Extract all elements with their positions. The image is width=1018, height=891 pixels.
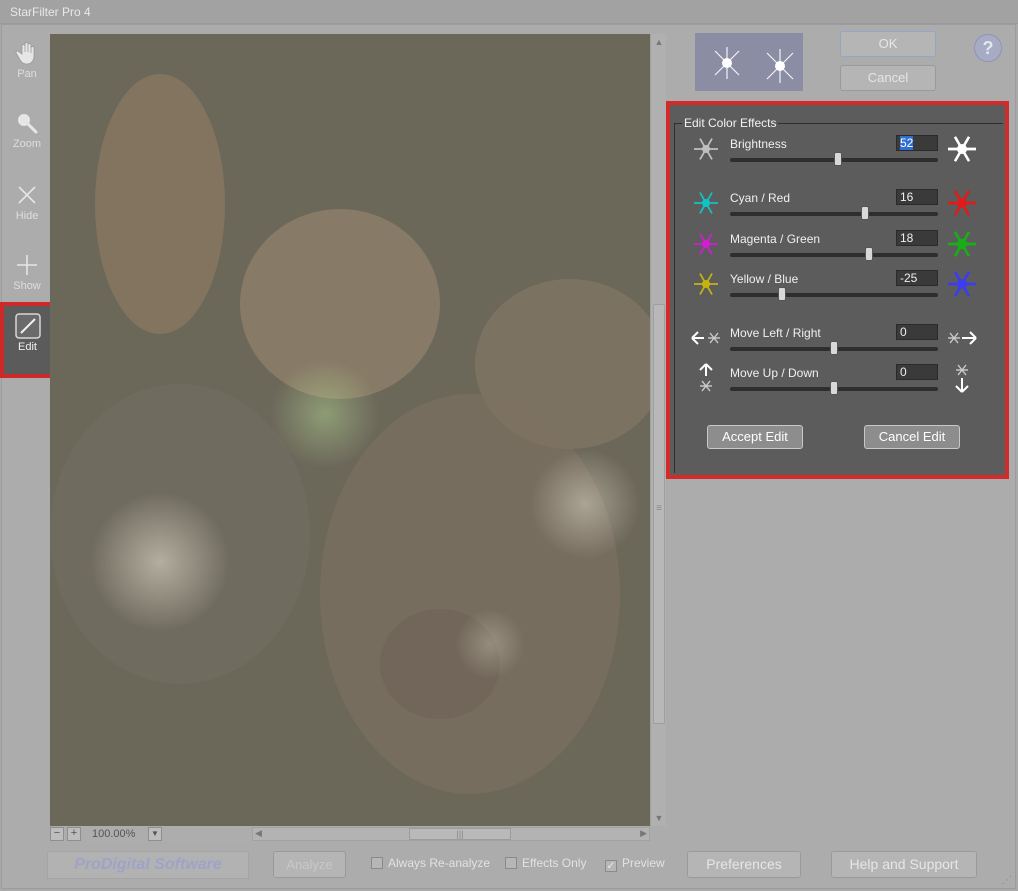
panel-title: Edit Color Effects [682, 116, 779, 130]
pan-label: Pan [17, 68, 37, 80]
row-value: 52 [900, 136, 914, 150]
preview-box[interactable]: ✓ [605, 860, 617, 872]
row-value: 0 [900, 325, 907, 339]
row-slider[interactable] [730, 247, 938, 261]
ok-button[interactable]: OK [840, 31, 936, 57]
left-star-icon [694, 273, 718, 295]
horizontal-scrollbar[interactable]: ◀ ||| ▶ [252, 827, 650, 841]
row-value-input[interactable]: 16 [896, 189, 938, 205]
edit-tool[interactable]: Edit [0, 302, 55, 378]
row-slider[interactable] [730, 341, 938, 355]
always-reanalyze-checkbox[interactable]: Always Re-analyze [371, 856, 490, 870]
x-icon [18, 186, 36, 204]
accept-edit-button[interactable]: Accept Edit [707, 425, 803, 449]
edit-color-effects-panel: Edit Color Effects Brightness 52 Cyan / Re… [666, 101, 1009, 479]
pan-tool[interactable]: Pan [4, 34, 50, 98]
slider-knob[interactable] [778, 287, 786, 301]
slider-knob[interactable] [865, 247, 874, 261]
viewer-status-bar: − + 100.00% ▼ ◀ ||| ▶ [50, 826, 650, 842]
photo-preview [50, 34, 650, 826]
zoom-out-button[interactable]: − [50, 827, 64, 841]
zoom-label: Zoom [12, 138, 42, 150]
hide-label: Hide [15, 210, 39, 222]
preview-label: Preview [622, 856, 665, 870]
analyze-button[interactable]: Analyze [273, 851, 346, 878]
hand-icon [15, 42, 35, 65]
row-value-input[interactable]: 0 [896, 364, 938, 380]
window-title: StarFilter Pro 4 [10, 5, 91, 19]
show-label: Show [13, 280, 41, 292]
hscroll-grip-icon: ||| [456, 829, 464, 839]
row-value-input[interactable]: 18 [896, 230, 938, 246]
cancel-button[interactable]: Cancel [840, 65, 936, 91]
zoom-tool[interactable]: Zoom [4, 104, 50, 168]
row-value: -25 [900, 271, 918, 285]
pen-icon [14, 313, 41, 339]
row-value-input[interactable]: 52 [896, 135, 938, 151]
row-label: Move Left / Right [730, 326, 821, 340]
vertical-scrollbar[interactable]: ▲ ≡ ▼ [650, 34, 666, 826]
right-star-icon [948, 136, 976, 162]
row-slider[interactable] [730, 206, 938, 220]
vscroll-grip-icon: ≡ [656, 503, 662, 514]
effects-only-checkbox[interactable]: Effects Only [505, 856, 586, 870]
left-star-icon [694, 192, 718, 214]
star-arrow-right-icon [948, 331, 977, 345]
edit-label: Edit [18, 341, 37, 353]
left-star-icon [694, 138, 718, 160]
row-label: Move Up / Down [730, 366, 819, 380]
magnifier-icon [18, 114, 38, 134]
row-label: Brightness [730, 137, 787, 151]
row-value-input[interactable]: -25 [896, 270, 938, 286]
row-label: Magenta / Green [730, 232, 821, 246]
prodigital-logo: ProDigital Software [47, 851, 249, 879]
row-slider[interactable] [730, 287, 938, 301]
star-preview-icon [695, 33, 803, 91]
slider-knob[interactable] [861, 206, 870, 220]
vertical-scroll-thumb[interactable]: ≡ [653, 304, 665, 724]
scroll-down-icon[interactable]: ▼ [653, 812, 665, 824]
horizontal-scroll-thumb[interactable]: ||| [409, 828, 511, 840]
arrow-up-star-icon [699, 363, 713, 392]
row-value: 18 [900, 231, 914, 245]
cancel-edit-button[interactable]: Cancel Edit [864, 425, 960, 449]
always-reanalyze-label: Always Re-analyze [388, 856, 491, 870]
left-star-icon [694, 233, 718, 255]
row-slider[interactable] [730, 381, 938, 395]
always-reanalyze-box[interactable] [371, 857, 383, 869]
right-star-icon [948, 231, 976, 257]
zoom-in-button[interactable]: + [67, 827, 81, 841]
zoom-dropdown-icon[interactable]: ▼ [148, 827, 162, 841]
preview-checkbox[interactable]: ✓ Preview [605, 856, 665, 872]
hide-tool[interactable]: Hide [4, 176, 50, 240]
right-star-icon [948, 271, 976, 297]
row-slider[interactable] [730, 152, 938, 166]
arrow-left-star-icon [691, 331, 720, 345]
zoom-level: 100.00% [92, 828, 136, 840]
scroll-left-icon[interactable]: ◀ [255, 828, 262, 839]
help-icon[interactable]: ? [974, 34, 1002, 62]
title-bar: StarFilter Pro 4 [0, 0, 1018, 24]
slider-knob[interactable] [830, 381, 838, 395]
image-canvas[interactable] [50, 34, 650, 826]
slider-knob[interactable] [830, 341, 838, 355]
plus-icon [17, 255, 37, 275]
row-value-input[interactable]: 0 [896, 324, 938, 340]
star-arrow-down-icon [955, 364, 969, 393]
resize-grip-icon[interactable]: ⋰ [1002, 875, 1014, 887]
right-star-icon [948, 190, 976, 216]
row-label: Yellow / Blue [730, 272, 799, 286]
effect-preview-thumbnail [695, 33, 803, 91]
effects-only-box[interactable] [505, 857, 517, 869]
help-and-support-button[interactable]: Help and Support [831, 851, 977, 878]
row-value: 0 [900, 365, 907, 379]
row-label: Cyan / Red [730, 191, 791, 205]
slider-knob[interactable] [834, 152, 843, 166]
preferences-button[interactable]: Preferences [687, 851, 801, 878]
row-value: 16 [900, 190, 914, 204]
show-tool[interactable]: Show [4, 246, 50, 310]
scroll-up-icon[interactable]: ▲ [653, 36, 665, 48]
effects-only-label: Effects Only [522, 856, 587, 870]
scroll-right-icon[interactable]: ▶ [640, 828, 647, 839]
